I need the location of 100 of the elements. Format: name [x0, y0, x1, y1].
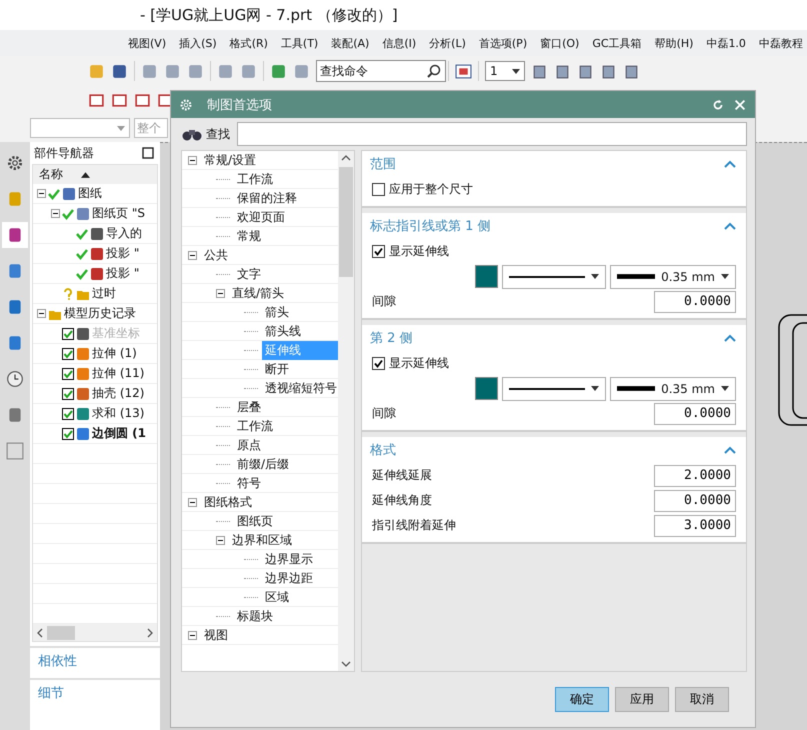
resource-bar-tab[interactable] [2, 222, 28, 248]
tree-item[interactable]: 拉伸 (11) [92, 365, 144, 382]
tree-item[interactable]: 图纸页 "S [92, 205, 145, 222]
tree-item[interactable]: 前缀/后缀 [234, 454, 292, 474]
collapse-icon[interactable] [188, 630, 197, 640]
scroll-thumb[interactable] [47, 626, 75, 640]
horizontal-scrollbar[interactable] [33, 624, 157, 641]
column-header[interactable]: 名称 [33, 165, 157, 184]
number-field[interactable]: 0.0000 [654, 402, 736, 424]
tree-item[interactable]: 过时 [92, 285, 116, 302]
tree-item[interactable]: 欢迎页面 [234, 208, 288, 226]
collapse-icon[interactable] [37, 189, 46, 198]
line-width-dropdown[interactable]: 0.35 mm [610, 264, 736, 288]
menu-item[interactable]: 装配(A) [331, 36, 370, 50]
tree-item[interactable]: 保留的注释 [234, 188, 300, 208]
menu-item[interactable]: GC工具箱 [592, 36, 642, 50]
menu-item[interactable]: 视图(V) [128, 36, 166, 50]
tree-item[interactable]: 常规 [234, 226, 264, 246]
collapse-icon[interactable] [188, 156, 197, 164]
menu-item[interactable]: 首选项(P) [478, 36, 528, 50]
vertical-scrollbar[interactable] [338, 151, 354, 671]
collapse-icon[interactable] [37, 309, 46, 318]
reset-icon[interactable] [711, 98, 725, 112]
dialog-button[interactable]: 取消 [675, 687, 729, 712]
menu-item[interactable]: 格式(R) [230, 36, 268, 50]
tree-item[interactable]: 标题块 [234, 606, 276, 626]
scroll-up-icon[interactable] [341, 155, 351, 161]
checkbox[interactable] [62, 388, 74, 400]
tree-item[interactable]: 公共 [201, 246, 231, 264]
tree-item[interactable]: 常规/设置 [201, 151, 260, 170]
scroll-left-icon[interactable] [37, 628, 43, 638]
tree-item[interactable]: 断开 [262, 360, 292, 378]
tree-item[interactable]: 模型历史记录 [64, 305, 136, 322]
checkbox[interactable] [372, 183, 385, 196]
number-field[interactable]: 0.0000 [654, 290, 736, 312]
collapse-icon[interactable] [216, 288, 225, 298]
menu-item[interactable]: 中磊1.0 [706, 36, 746, 50]
tree-item[interactable]: 工作流 [234, 416, 276, 436]
tree-item[interactable]: 边界和区域 [229, 530, 295, 550]
tree-item[interactable]: 视图 [201, 626, 231, 644]
group-title[interactable]: 范围 [370, 155, 396, 173]
tree-item[interactable]: 抽壳 (12) [92, 385, 144, 402]
group-title[interactable]: 标志指引线或第 1 侧 [370, 217, 491, 235]
window-icon[interactable] [455, 62, 472, 80]
tree-item[interactable]: 导入的 [106, 225, 142, 242]
tree-item[interactable]: 图纸页 [234, 512, 276, 530]
tree-item[interactable]: 边倒圆 (1 [92, 425, 146, 442]
line-type-dropdown[interactable] [502, 376, 606, 400]
layer-dropdown[interactable]: 1 [485, 61, 525, 81]
group-title[interactable]: 第 2 侧 [370, 329, 413, 347]
tree-item[interactable]: 符号 [234, 474, 264, 492]
checkbox[interactable] [62, 348, 74, 360]
number-field[interactable]: 3.0000 [654, 514, 736, 536]
maximize-icon[interactable] [142, 147, 154, 159]
collapse-icon[interactable] [216, 536, 225, 544]
number-field[interactable]: 2.0000 [654, 464, 736, 486]
tree-item[interactable]: 区域 [262, 588, 292, 606]
menu-item[interactable]: 窗口(O) [540, 36, 580, 50]
menu-item[interactable]: 信息(I) [382, 36, 416, 50]
tree-item[interactable]: 求和 (13) [92, 405, 144, 422]
collapse-icon[interactable] [51, 209, 60, 218]
line-type-dropdown[interactable] [502, 264, 606, 288]
checkbox[interactable] [62, 408, 74, 420]
color-swatch[interactable] [475, 377, 498, 400]
tree-item[interactable]: 边界显示 [262, 550, 316, 568]
scroll-thumb[interactable] [339, 167, 353, 277]
number-field[interactable]: 0.0000 [654, 490, 736, 512]
collapse-icon[interactable] [188, 498, 197, 506]
menu-item[interactable]: 中磊教程 [758, 36, 803, 50]
tree-item[interactable]: 层叠 [234, 398, 264, 416]
close-icon[interactable] [733, 98, 747, 112]
tree-item[interactable]: 图纸格式 [201, 492, 255, 512]
menu-item[interactable]: 工具(T) [280, 36, 318, 50]
dialog-button[interactable]: 应用 [615, 687, 669, 712]
tree-item[interactable]: 投影 " [106, 245, 140, 262]
tree-item[interactable]: 原点 [234, 436, 264, 454]
collapse-icon[interactable] [188, 250, 197, 260]
tree-item[interactable]: 投影 " [106, 265, 140, 282]
tree-item[interactable]: 拉伸 (1) [92, 345, 137, 362]
menu-item[interactable]: 分析(L) [429, 36, 466, 50]
checkbox[interactable] [372, 357, 385, 370]
checkbox[interactable] [372, 245, 385, 258]
checkbox[interactable] [62, 368, 74, 380]
tree-item[interactable]: 箭头 [262, 302, 292, 322]
menu-item[interactable]: 插入(S) [179, 36, 217, 50]
find-field[interactable] [237, 122, 747, 146]
tree-item[interactable]: 箭头线 [262, 322, 304, 340]
tree-item[interactable]: 图纸 [78, 185, 102, 202]
tree-item[interactable]: 文字 [234, 264, 264, 284]
tree-item[interactable]: 工作流 [234, 170, 276, 188]
scroll-right-icon[interactable] [147, 628, 153, 638]
color-swatch[interactable] [475, 265, 498, 288]
group-title[interactable]: 格式 [370, 441, 396, 459]
tree-item[interactable]: 透视缩短符号 [262, 378, 338, 398]
dialog-button[interactable]: 确定 [555, 687, 609, 712]
tree-item[interactable]: 边界边距 [262, 568, 316, 588]
line-width-dropdown[interactable]: 0.35 mm [610, 376, 736, 400]
scroll-down-icon[interactable] [341, 661, 351, 667]
tree-item[interactable]: 直线/箭头 [229, 284, 288, 302]
menu-item[interactable]: 帮助(H) [654, 36, 694, 50]
